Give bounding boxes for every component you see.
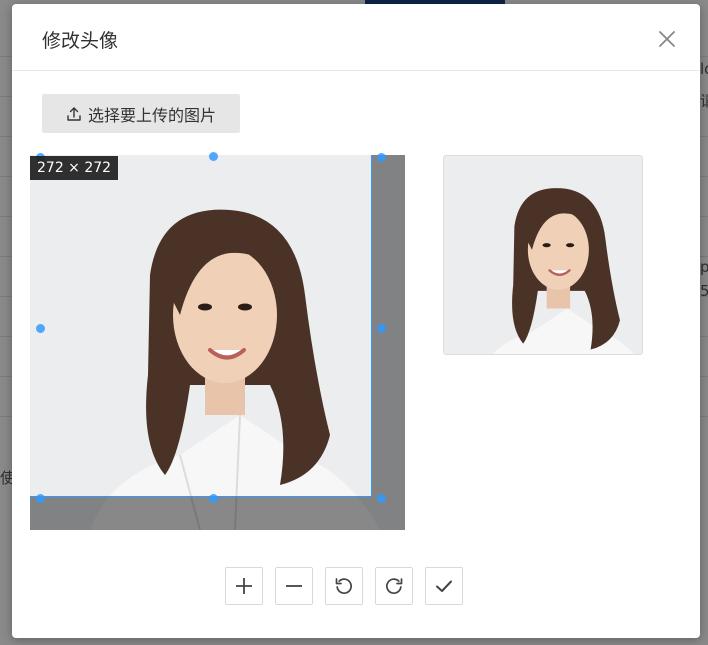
- crop-handle-e[interactable]: [377, 324, 386, 333]
- rotate-ccw-icon: [335, 578, 352, 594]
- upload-button-label: 选择要上传的图片: [87, 105, 216, 125]
- crop-box[interactable]: [30, 155, 372, 497]
- avatar-preview: [443, 155, 643, 355]
- cropper-toolbar: [225, 567, 463, 605]
- upload-image-button[interactable]: 选择要上传的图片: [42, 94, 240, 133]
- plus-icon: [236, 578, 252, 594]
- preview-photo: [444, 156, 642, 354]
- dialog-header: 修改头像: [12, 4, 700, 71]
- crop-handle-n[interactable]: [209, 152, 218, 161]
- rotate-right-button[interactable]: [375, 567, 413, 605]
- confirm-button[interactable]: [425, 567, 463, 605]
- cropped-photo: [30, 155, 371, 496]
- close-button[interactable]: [654, 26, 680, 52]
- crop-handle-sw[interactable]: [36, 494, 45, 503]
- image-cropper[interactable]: [30, 155, 405, 530]
- crop-handle-se[interactable]: [377, 494, 386, 503]
- rotate-cw-icon: [386, 578, 403, 594]
- zoom-in-button[interactable]: [225, 567, 263, 605]
- rotate-left-button[interactable]: [325, 567, 363, 605]
- dialog-title: 修改头像: [42, 30, 119, 52]
- zoom-out-button[interactable]: [275, 567, 313, 605]
- crop-size-label: 272 × 272: [30, 156, 119, 180]
- crop-handle-ne[interactable]: [377, 153, 386, 162]
- upload-icon: [67, 106, 81, 121]
- check-icon: [436, 580, 452, 592]
- crop-handle-s[interactable]: [209, 494, 218, 503]
- minus-icon: [286, 585, 302, 587]
- close-icon: [659, 31, 675, 47]
- crop-handle-w[interactable]: [36, 324, 45, 333]
